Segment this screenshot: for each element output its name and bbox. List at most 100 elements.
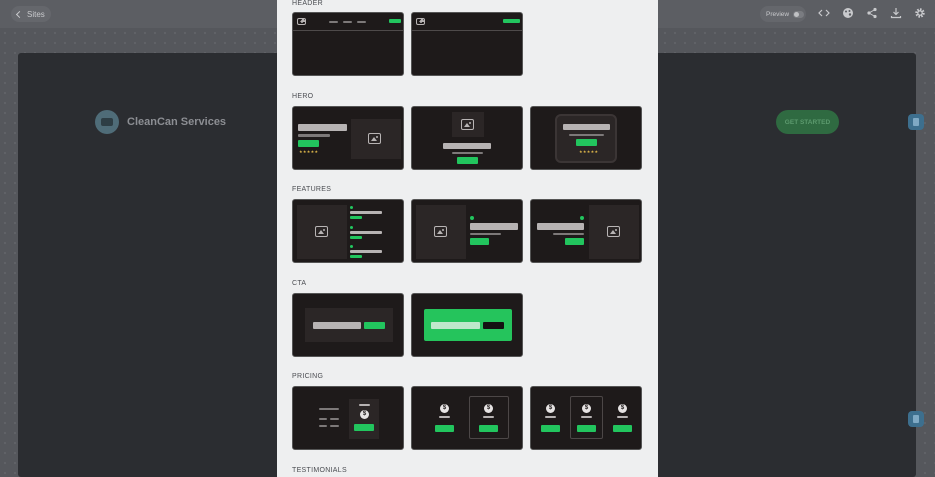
image-icon [368, 133, 381, 144]
hero-variant-3[interactable]: ★★★★★ [530, 106, 642, 170]
feature-dot [580, 216, 584, 220]
feature-button [350, 236, 362, 239]
header-variant-1[interactable] [292, 12, 404, 76]
features-variant-1[interactable] [292, 199, 404, 263]
cta-variant-2[interactable] [411, 293, 523, 357]
section-label-header: HEADER [292, 0, 323, 7]
feature-dot [350, 245, 353, 248]
price-button [613, 425, 632, 432]
brand-logo [95, 110, 119, 134]
back-to-sites-button[interactable]: Sites [11, 6, 51, 22]
price-button [435, 425, 454, 432]
section-label-testimonials: TESTIMONIALS [292, 467, 347, 474]
palette-icon[interactable] [841, 7, 855, 21]
cta-bar [576, 139, 597, 146]
headline-bar [298, 124, 347, 131]
nav-button [389, 19, 401, 23]
feature-title [350, 211, 382, 214]
nav-line [343, 21, 352, 23]
preview-toggle[interactable]: Preview [760, 6, 806, 22]
text-line [617, 416, 628, 418]
price-button [541, 425, 560, 432]
text-line [319, 425, 327, 427]
image-icon [461, 119, 474, 130]
feature-title [470, 223, 518, 230]
image-icon [434, 226, 447, 237]
price-button [479, 425, 498, 432]
cta-bar [483, 322, 504, 329]
sites-label: Sites [27, 9, 45, 19]
dollar-icon: $ [618, 404, 627, 413]
cta-variant-1[interactable] [292, 293, 404, 357]
text-line [581, 416, 592, 418]
feature-title [537, 223, 584, 230]
image-icon [297, 18, 306, 25]
feature-title [350, 231, 382, 234]
dollar-icon: $ [582, 404, 591, 413]
hero-variant-1[interactable]: ★★★★★ [292, 106, 404, 170]
code-icon[interactable] [817, 7, 831, 21]
feature-button [470, 238, 489, 245]
rating-stars: ★★★★★ [579, 149, 599, 154]
hero-variant-2[interactable] [411, 106, 523, 170]
section-label-features: FEATURES [292, 186, 332, 193]
dollar-icon: $ [440, 404, 449, 413]
trash-icon[interactable] [908, 114, 924, 130]
trash-icon[interactable] [908, 411, 924, 427]
dollar-icon: $ [546, 404, 555, 413]
text-line [298, 134, 330, 137]
feature-dot [470, 216, 474, 220]
image-icon [416, 18, 425, 25]
rating-stars: ★★★★★ [299, 149, 319, 154]
text-line [553, 233, 584, 235]
text-line [569, 134, 604, 136]
toggle-switch[interactable] [793, 10, 805, 18]
text-line [545, 416, 556, 418]
divider [412, 30, 522, 31]
text-line [319, 418, 327, 420]
image-icon [607, 226, 620, 237]
section-picker-panel: HEADER HERO ★★★★★ ★★★★★ FEATURES CTA PRI… [277, 0, 658, 477]
cta-bar [457, 157, 478, 164]
feature-title [350, 250, 382, 253]
download-icon[interactable] [889, 7, 903, 21]
headline-bar [443, 143, 491, 149]
features-variant-2[interactable] [411, 199, 523, 263]
chevron-left-icon [15, 10, 24, 18]
header-variant-2[interactable] [411, 12, 523, 76]
dollar-icon: $ [484, 404, 493, 413]
text-line [359, 404, 370, 406]
section-label-cta: CTA [292, 280, 307, 287]
gear-icon[interactable] [913, 7, 927, 21]
share-icon[interactable] [865, 7, 879, 21]
headline-bar [431, 322, 480, 329]
feature-button [350, 216, 362, 219]
get-started-button[interactable]: GET STARTED [776, 110, 839, 134]
divider [293, 30, 403, 31]
preview-label: Preview [766, 10, 790, 18]
image-icon [315, 226, 328, 237]
cta-bar [364, 322, 385, 329]
text-line [470, 233, 501, 235]
headline-bar [563, 124, 610, 130]
feature-dot [350, 206, 353, 209]
text-line [330, 418, 339, 420]
dollar-icon: $ [360, 410, 369, 419]
text-line [439, 416, 450, 418]
feature-button [350, 255, 362, 258]
feature-dot [350, 226, 353, 229]
text-line [319, 408, 339, 410]
price-button [354, 424, 374, 431]
brand-name: CleanCan Services [127, 116, 227, 128]
text-line [452, 152, 483, 154]
pricing-variant-3[interactable]: $ $ $ [530, 386, 642, 450]
nav-line [357, 21, 366, 23]
text-line [330, 425, 339, 427]
pricing-variant-1[interactable]: $ [292, 386, 404, 450]
section-label-pricing: PRICING [292, 373, 324, 380]
pricing-variant-2[interactable]: $ $ [411, 386, 523, 450]
feature-button [565, 238, 584, 245]
nav-button [503, 19, 520, 23]
features-variant-3[interactable] [530, 199, 642, 263]
headline-bar [313, 322, 361, 329]
